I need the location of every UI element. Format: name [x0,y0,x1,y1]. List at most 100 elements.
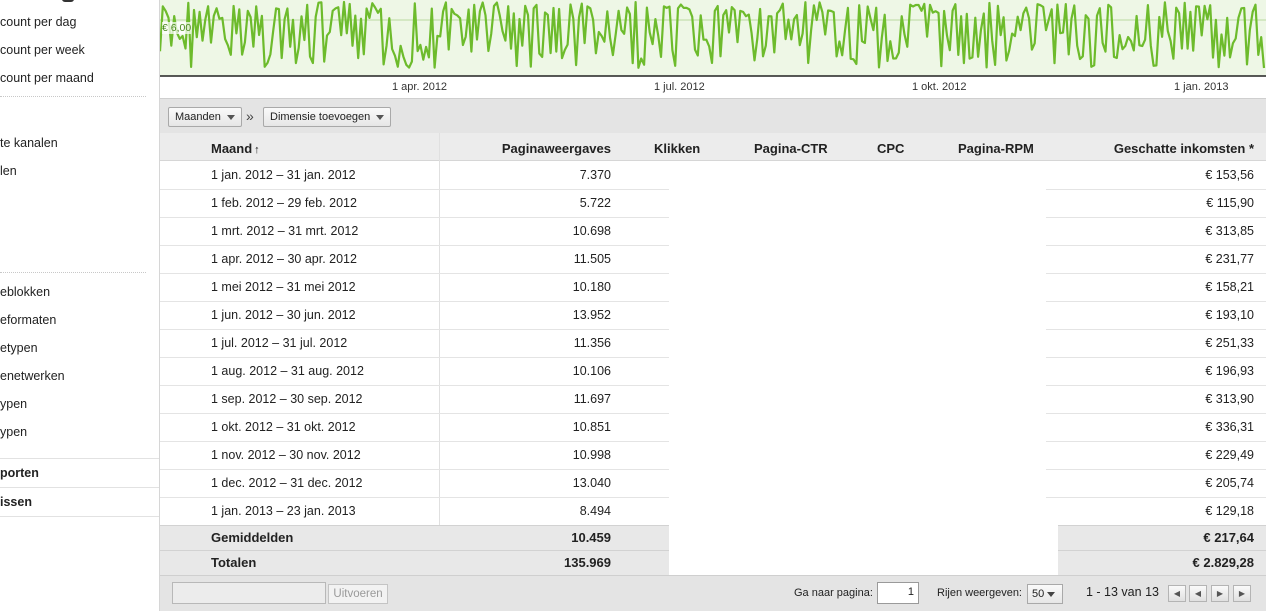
row-divider [160,385,669,386]
chart-y-marker-label: € 6,00 [162,22,192,34]
row-divider [160,189,669,190]
rows-per-page-select[interactable]: 50 [1027,584,1063,604]
row-divider [160,301,669,302]
cell-paginaweergaves: 11.356 [573,336,611,350]
row-divider [160,329,669,330]
sidebar-item-account-per-week[interactable]: count per week [0,43,85,57]
sidebar-item-kanalen[interactable]: len [0,164,17,178]
column-header-maand[interactable]: Maand ↑ [211,141,260,156]
next-page-button[interactable]: ▶ [1211,585,1229,602]
sidebar-item-advertentienetwerken[interactable]: enetwerken [0,369,65,383]
averages-row: Gemiddelden 10.459 € 217,64 [160,525,1266,550]
cell-geschatte-inkomsten: € 115,90 [1206,196,1254,210]
last-page-button[interactable]: ▶ [1233,585,1251,602]
table-header-row: Maand ↑ Paginaweergaves Klikken Pagina-CT… [160,133,1266,161]
column-header-pagina-rpm[interactable]: Pagina-RPM [958,141,1034,156]
sidebar-divider [0,272,146,273]
execute-button[interactable]: Uitvoeren [328,584,388,604]
cell-paginaweergaves: 10.106 [572,364,611,378]
sidebar-item-account-per-maand[interactable]: count per maand [0,71,94,85]
sidebar-item-advertentieformaten[interactable]: eformaten [0,313,56,327]
cell-paginaweergaves: 13.952 [572,308,611,322]
row-divider [160,497,669,498]
sidebar-item-advertentietypen[interactable]: etypen [0,341,38,355]
cell-geschatte-inkomsten: € 129,18 [1205,504,1254,518]
add-dimension-button[interactable]: Dimensie toevoegen [263,107,392,127]
cell-month: 1 jul. 2012 – 31 jul. 2012 [211,336,348,350]
cell-geschatte-inkomsten: € 158,21 [1205,280,1254,294]
cell-geschatte-inkomsten: € 229,49 [1205,448,1254,462]
cell-geschatte-inkomsten: € 313,90 [1205,392,1254,406]
sidebar-item-advertentieblokken[interactable]: eblokken [0,285,50,299]
cell-paginaweergaves: 10.998 [572,448,611,462]
row-divider [160,357,669,358]
chart-x-tick: 1 apr. 2012 [392,81,448,93]
sidebar-item-targetingtypen[interactable]: ypen [0,425,27,439]
bulk-action-input[interactable] [172,582,326,604]
row-divider [1046,441,1266,442]
row-divider [160,441,669,442]
cell-month: 1 jan. 2012 – 31 jan. 2012 [211,168,356,182]
column-header-pagina-ctr[interactable]: Pagina-CTR [754,141,828,156]
cell-geschatte-inkomsten: € 336,31 [1205,420,1254,434]
row-divider [160,273,669,274]
dimension-select-label: Maanden [175,111,221,123]
table-row: 1 nov. 2012 – 30 nov. 2012 10.998 € 229,49 [160,441,1266,469]
table-row: 1 apr. 2012 – 30 apr. 2012 11.505 € 231,77 [160,245,1266,273]
row-divider [160,245,669,246]
cell-paginaweergaves: 5.722 [579,196,611,210]
table-row: 1 jun. 2012 – 30 jun. 2012 13.952 € 193,10 [160,301,1266,329]
chart-x-tick: 1 jul. 2012 [654,81,705,93]
column-header-cpc[interactable]: CPC [877,141,904,156]
chart-x-tick: 1 jan. 2013 [1174,81,1229,93]
row-divider [160,217,669,218]
row-divider [1046,357,1266,358]
row-divider [1046,189,1266,190]
cell-geschatte-inkomsten: € 193,10 [1205,308,1254,322]
sidebar-item-account-per-dag[interactable]: count per dag [0,15,76,29]
cell-paginaweergaves: 10.180 [572,280,611,294]
previous-page-button[interactable]: ◀ [1189,585,1207,602]
cell-paginaweergaves: 7.370 [579,168,611,182]
table-row: 1 jan. 2012 – 31 jan. 2012 7.370 € 153,56 [160,161,1266,189]
column-header-paginaweergaves[interactable]: Paginaweergaves [502,141,611,156]
table-row: 1 mrt. 2012 – 31 mrt. 2012 10.698 € 313,85 [160,217,1266,245]
cell-paginaweergaves: 13.040 [572,476,611,490]
table-row: 1 feb. 2012 – 29 feb. 2012 5.722 € 115,90 [160,189,1266,217]
cell-paginaweergaves: 10.698 [572,224,611,238]
row-divider [1046,385,1266,386]
averages-views: 10.459 [571,530,611,545]
breadcrumb-separator: » [246,108,254,124]
add-dimension-label: Dimensie toevoegen [270,111,371,123]
dimension-select[interactable]: Maanden [168,107,242,127]
cell-month: 1 mei 2012 – 31 mei 2012 [211,280,356,294]
sidebar-section-wissen[interactable]: issen [0,495,32,509]
sidebar-section-rapporten[interactable]: porten [0,466,39,480]
row-divider [1046,273,1266,274]
sidebar-divider [0,458,159,459]
table-toolbar: Maanden » Dimensie toevoegen [160,98,1266,133]
row-divider [1046,413,1266,414]
chart-x-tick: 1 okt. 2012 [912,81,967,93]
goto-page-input[interactable]: 1 [877,582,919,604]
cell-month: 1 feb. 2012 – 29 feb. 2012 [211,196,357,210]
sidebar-top-fragment [62,0,74,2]
column-header-klikken[interactable]: Klikken [654,141,700,156]
sidebar-item-biedingstypen[interactable]: ypen [0,397,27,411]
cell-paginaweergaves: 11.697 [573,392,611,406]
rows-per-page-label: Rijen weergeven: [937,587,1022,599]
row-divider [1046,497,1266,498]
cell-month: 1 okt. 2012 – 31 okt. 2012 [211,420,356,434]
cell-month: 1 aug. 2012 – 31 aug. 2012 [211,364,364,378]
row-divider [160,413,669,414]
column-header-geschatte-inkomsten[interactable]: Geschatte inkomsten * [1114,141,1254,156]
table-row: 1 jul. 2012 – 31 jul. 2012 11.356 € 251,33 [160,329,1266,357]
table-footer: Uitvoeren Ga naar pagina: 1 Rijen weerge… [160,575,1266,611]
table-row: 1 aug. 2012 – 31 aug. 2012 10.106 € 196,93 [160,357,1266,385]
table-row: 1 okt. 2012 – 31 okt. 2012 10.851 € 336,31 [160,413,1266,441]
sidebar-item-aangepaste-kanalen[interactable]: te kanalen [0,136,58,150]
row-divider [1046,301,1266,302]
totals-label: Totalen [211,555,257,570]
first-page-button[interactable]: ◀ [1168,585,1186,602]
cell-geschatte-inkomsten: € 153,56 [1205,168,1254,182]
